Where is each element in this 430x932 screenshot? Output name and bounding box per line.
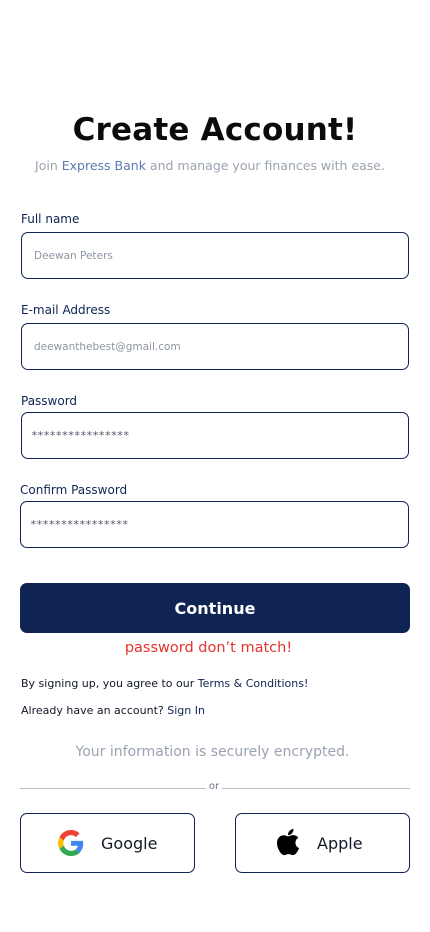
confirm-password-input[interactable]: **************** [20, 501, 409, 548]
google-icon [58, 830, 84, 856]
google-label: Google [101, 834, 158, 853]
password-input[interactable]: **************** [21, 412, 409, 459]
subtitle-brand: Express Bank [61, 158, 146, 173]
email-label: E-mail Address [21, 303, 111, 317]
subtitle-suffix: and manage your finances with ease. [145, 158, 385, 173]
apple-label: Apple [317, 834, 363, 853]
confirm-password-label: Confirm Password [20, 483, 128, 497]
error-message: password don’t match! [124, 640, 293, 656]
divider-left [20, 788, 206, 789]
page-subtitle: Join Express Bank and manage your financ… [0, 158, 420, 173]
apple-icon [276, 828, 300, 856]
password-label: Password [21, 394, 78, 408]
secure-note: Your information is securely encrypted. [75, 744, 350, 760]
full-name-label: Full name [21, 212, 80, 226]
terms-prefix: By signing up, you agree to our [21, 677, 198, 690]
google-signin-button[interactable]: Google [20, 813, 195, 873]
subtitle-prefix: Join [35, 158, 62, 173]
signin-text: Already have an account? Sign In [21, 704, 205, 717]
page-title: Create Account! [72, 112, 358, 148]
continue-button[interactable]: Continue [20, 583, 410, 633]
divider-right [222, 788, 410, 789]
signin-prefix: Already have an account? [21, 704, 168, 717]
apple-signin-button[interactable]: Apple [235, 813, 410, 873]
terms-text: By signing up, you agree to our Terms & … [21, 677, 308, 690]
full-name-input[interactable]: Deewan Peters [21, 232, 409, 279]
signin-link[interactable]: Sign In [167, 704, 205, 717]
divider-or-text: or [208, 781, 220, 792]
terms-link[interactable]: Terms & Conditions! [198, 677, 309, 690]
email-input[interactable]: deewanthebest@gmail.com [21, 323, 409, 370]
